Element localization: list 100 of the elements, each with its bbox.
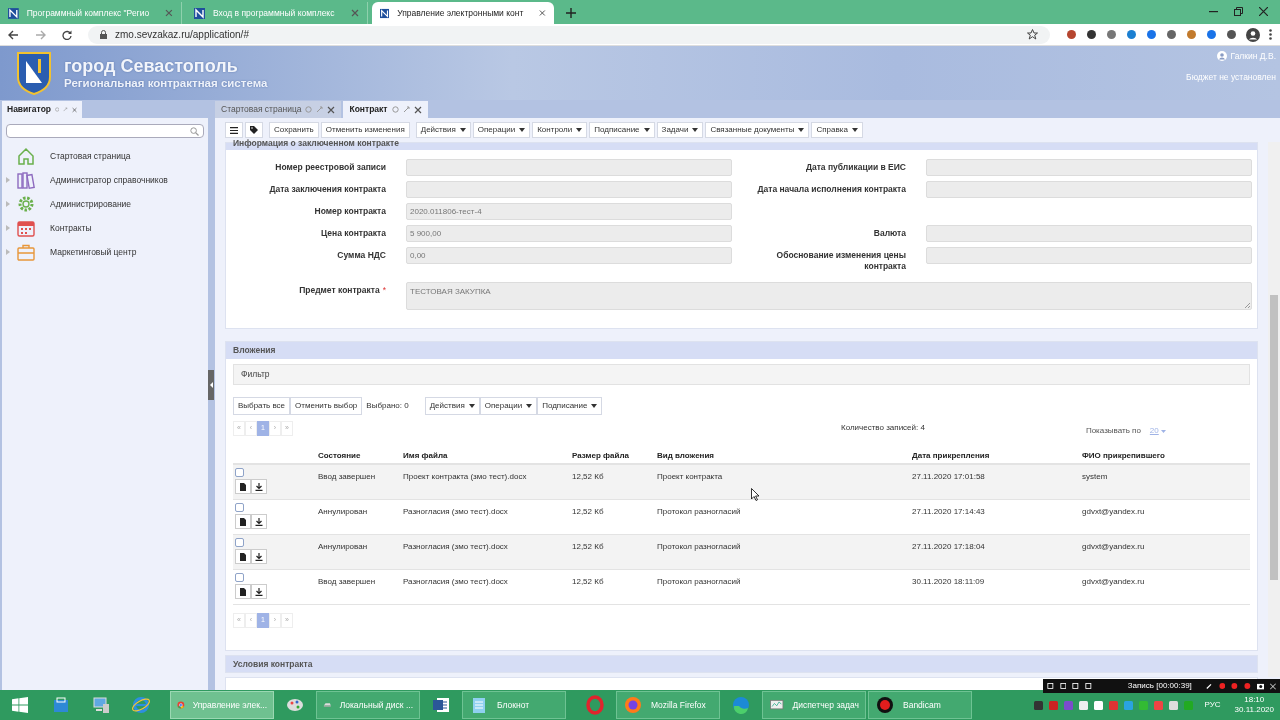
close-icon[interactable]: [413, 105, 422, 114]
view-file-button[interactable]: [235, 549, 251, 564]
collapse-handle[interactable]: [208, 370, 214, 400]
caret-icon[interactable]: [576, 128, 583, 132]
input-field[interactable]: 2020.011806-тест-4: [406, 203, 732, 220]
caret-icon[interactable]: [798, 128, 805, 132]
close-icon[interactable]: [539, 9, 546, 17]
document-tab[interactable]: Стартовая страница: [215, 101, 342, 118]
file-icon[interactable]: [240, 482, 246, 491]
menu-icon[interactable]: [1269, 29, 1272, 40]
extension-icon[interactable]: [1226, 29, 1237, 40]
input-field[interactable]: 0,00: [406, 247, 732, 264]
caret-icon[interactable]: [591, 404, 598, 408]
dropdown-button[interactable]: Подписание: [537, 397, 603, 415]
input-field[interactable]: [926, 225, 1252, 242]
select-button[interactable]: Отменить выбор: [290, 397, 363, 415]
back-icon[interactable]: [8, 29, 19, 40]
toolbar-button[interactable]: Справка: [811, 122, 863, 138]
taskbar-item[interactable]: Bandicam: [868, 691, 972, 719]
new-tab-icon[interactable]: [566, 8, 576, 18]
star-icon[interactable]: [1027, 29, 1038, 40]
close-icon[interactable]: [1259, 7, 1268, 16]
pen-icon[interactable]: [1205, 682, 1213, 690]
camera-icon[interactable]: [1256, 682, 1265, 690]
download-button[interactable]: [251, 584, 267, 599]
tag-icon[interactable]: [250, 126, 258, 134]
toolbar-button[interactable]: Подписание: [589, 122, 655, 138]
windows-start-icon[interactable]: [12, 697, 28, 713]
file-icon[interactable]: [240, 517, 246, 526]
caret-icon[interactable]: [851, 128, 858, 132]
caret-icon[interactable]: [519, 128, 526, 132]
file-icon[interactable]: [240, 587, 246, 596]
text-area[interactable]: ТЕСТОВАЯ ЗАКУПКА: [406, 282, 1252, 310]
scrollbar[interactable]: [1268, 142, 1280, 677]
toolbar-button[interactable]: Сохранить: [269, 122, 319, 138]
toolbar-button[interactable]: Отменить изменения: [320, 122, 410, 138]
checkbox[interactable]: [235, 573, 244, 582]
view-file-button[interactable]: [235, 514, 251, 529]
caret-icon[interactable]: [468, 404, 475, 408]
taskbar-item[interactable]: Диспетчер задач: [762, 691, 866, 719]
language-indicator[interactable]: РУС: [1204, 699, 1221, 711]
nav-item[interactable]: Стартовая страница: [50, 149, 131, 163]
input-field[interactable]: [406, 181, 732, 198]
input-field[interactable]: [926, 181, 1252, 198]
input-field[interactable]: 5 900,00: [406, 225, 732, 242]
input-field[interactable]: [406, 159, 732, 176]
extension-icon[interactable]: [1166, 29, 1177, 40]
menu-button[interactable]: [225, 122, 243, 138]
search-icon[interactable]: [190, 126, 199, 136]
nav-item[interactable]: Администратор справочников: [50, 173, 168, 187]
download-icon[interactable]: [255, 552, 263, 561]
caret-icon[interactable]: [643, 128, 650, 132]
clock[interactable]: 18:10 30.11.2020: [1234, 695, 1274, 715]
input-field[interactable]: [926, 247, 1252, 264]
toolbar-button[interactable]: Задачи: [656, 122, 704, 138]
checkbox[interactable]: [235, 538, 244, 547]
profile-avatar-icon[interactable]: [1246, 27, 1260, 42]
checkbox[interactable]: [235, 468, 244, 477]
download-button[interactable]: [251, 514, 267, 529]
toolbar-button[interactable]: Контроли: [532, 122, 588, 138]
browser-tab[interactable]: Управление электронными конт: [372, 2, 554, 24]
toolbar-button[interactable]: Связанные документы: [705, 122, 810, 138]
minimize-icon[interactable]: [1209, 10, 1218, 13]
address-bar[interactable]: zmo.sevzakaz.ru/application/#: [88, 25, 1050, 44]
taskbar-item[interactable]: Локальный диск ...: [316, 691, 420, 719]
download-button[interactable]: [251, 549, 267, 564]
select-button[interactable]: Выбрать все: [233, 397, 291, 415]
close-icon[interactable]: [351, 9, 359, 17]
reload-icon[interactable]: [62, 29, 72, 40]
extension-icon[interactable]: [1066, 29, 1077, 40]
toolbar-button[interactable]: Операции: [472, 122, 531, 138]
view-file-button[interactable]: [235, 584, 251, 599]
filter-bar[interactable]: Фильтр: [233, 364, 1250, 385]
taskbar-item[interactable]: Блокнот: [462, 691, 566, 719]
taskbar-item[interactable]: Mozilla Firefox: [616, 691, 720, 719]
caret-icon[interactable]: [459, 128, 466, 132]
document-tab[interactable]: Контракт: [343, 101, 428, 118]
nav-item[interactable]: Администрирование: [50, 197, 132, 211]
expand-icon[interactable]: [402, 106, 410, 113]
checkbox[interactable]: [235, 503, 244, 512]
taskbar-item[interactable]: Управление элек...: [170, 691, 274, 719]
resize-grip-icon[interactable]: [1244, 302, 1250, 308]
dropdown-button[interactable]: Действия: [424, 397, 480, 415]
input-field[interactable]: [926, 159, 1252, 176]
close-icon[interactable]: [327, 105, 336, 114]
download-icon[interactable]: [255, 587, 263, 596]
arrow-left-icon[interactable]: [209, 382, 213, 388]
toolbar-button[interactable]: Действия: [415, 122, 471, 138]
page-size-select[interactable]: 20: [1149, 425, 1166, 437]
view-file-button[interactable]: [235, 479, 251, 494]
search-field[interactable]: [6, 124, 204, 138]
extension-icon[interactable]: [1086, 29, 1097, 40]
caret-icon[interactable]: [526, 404, 533, 408]
download-icon[interactable]: [255, 517, 263, 526]
download-button[interactable]: [251, 479, 267, 494]
menu-icon[interactable]: [230, 126, 238, 134]
restore-icon[interactable]: [1234, 7, 1243, 16]
tag-button[interactable]: [245, 122, 263, 138]
nav-item[interactable]: Маркетинговый центр: [50, 245, 137, 259]
file-icon[interactable]: [240, 552, 246, 561]
